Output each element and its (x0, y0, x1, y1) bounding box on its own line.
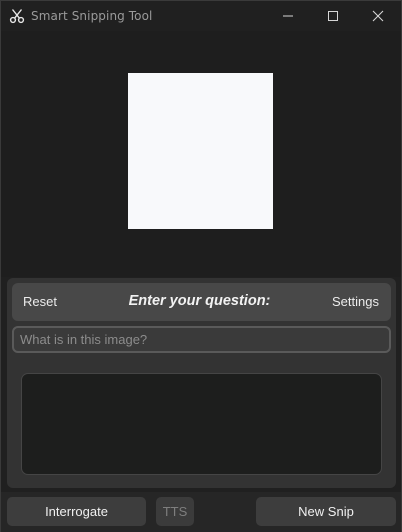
new-snip-button[interactable]: New Snip (256, 497, 396, 526)
settings-button[interactable]: Settings (332, 294, 379, 309)
maximize-icon (327, 10, 339, 22)
answer-textbox[interactable] (21, 373, 382, 475)
close-icon (372, 10, 384, 22)
minimize-button[interactable] (265, 1, 311, 31)
question-header: Reset Enter your question: Settings (12, 283, 391, 321)
window-title: Smart Snipping Tool (31, 9, 153, 23)
title-bar[interactable]: Smart Snipping Tool (1, 1, 401, 31)
maximize-button[interactable] (310, 1, 356, 31)
action-bar: Interrogate TTS New Snip (1, 492, 401, 532)
minimize-icon (282, 10, 294, 22)
tts-button[interactable]: TTS (156, 497, 194, 526)
scissors-icon (9, 8, 25, 24)
snip-image (128, 73, 273, 229)
reset-button[interactable]: Reset (23, 294, 57, 309)
app-window: Smart Snipping Tool Reset Enter your que… (0, 0, 402, 532)
question-title: Enter your question: (128, 293, 271, 309)
interrogate-button[interactable]: Interrogate (7, 497, 146, 526)
close-button[interactable] (355, 1, 401, 31)
snip-preview-area (1, 31, 401, 277)
question-panel: Reset Enter your question: Settings (7, 278, 396, 488)
question-input[interactable] (12, 326, 391, 353)
